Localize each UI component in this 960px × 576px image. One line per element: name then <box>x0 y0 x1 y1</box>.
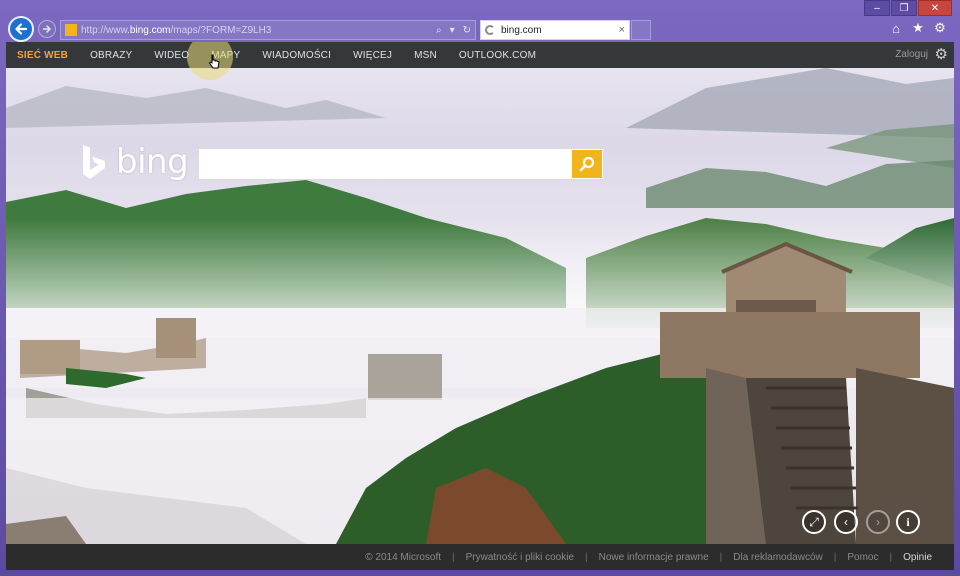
search-input[interactable] <box>199 149 573 179</box>
address-row: http://www.bing.com/maps/?FORM=Z9LH3 ⌕ ▾… <box>0 14 960 44</box>
privacy-link[interactable]: Prywatność i pliki cookie <box>466 552 574 563</box>
favorites-icon[interactable]: ★ <box>910 20 926 36</box>
browser-tab[interactable]: bing.com × <box>480 20 630 40</box>
forward-button[interactable] <box>38 20 56 38</box>
hand-cursor-icon <box>208 54 220 69</box>
top-navigation: SIEĆ WEB OBRAZY WIDEO MAPY WIADOMOŚCI WI… <box>6 42 954 68</box>
nav-item-news[interactable]: WIADOMOŚCI <box>251 50 342 61</box>
arrow-right-icon <box>42 25 51 33</box>
advertisers-link[interactable]: Dla reklamodawców <box>733 552 822 563</box>
arrow-left-icon <box>15 23 28 35</box>
previous-image-button[interactable]: ‹ <box>834 510 858 534</box>
image-info-button[interactable]: i <box>896 510 920 534</box>
home-icon[interactable]: ⌂ <box>888 20 904 36</box>
footer-separator: | <box>833 551 837 563</box>
footer-separator: | <box>719 551 723 563</box>
url-text: http://www.bing.com/maps/?FORM=Z9LH3 <box>81 24 272 36</box>
browser-window: – ❐ ✕ http://www.bing.com/maps/?FORM=Z9L… <box>0 0 960 576</box>
chevron-down-icon[interactable]: ▾ <box>446 25 459 36</box>
bing-wordmark: bing <box>116 142 189 182</box>
bing-favicon-icon <box>65 24 77 36</box>
new-tab-button[interactable] <box>631 20 651 40</box>
footer-separator: | <box>584 551 588 563</box>
nav-item-outlook[interactable]: OUTLOOK.COM <box>448 50 547 61</box>
nav-item-more[interactable]: WIĘCEJ <box>342 50 403 61</box>
tools-gear-icon[interactable]: ⚙ <box>932 20 948 36</box>
back-button[interactable] <box>8 16 34 42</box>
tab-title: bing.com <box>501 24 542 36</box>
address-bar[interactable]: http://www.bing.com/maps/?FORM=Z9LH3 ⌕ ▾… <box>60 20 476 40</box>
feedback-link[interactable]: Opinie <box>903 552 932 563</box>
legal-link[interactable]: Nowe informacje prawne <box>599 552 709 563</box>
bing-logo[interactable]: bing <box>80 142 189 182</box>
footer-separator: | <box>452 551 455 563</box>
footer-separator: | <box>889 551 893 563</box>
page-content: SIEĆ WEB OBRAZY WIDEO MAPY WIADOMOŚCI WI… <box>6 42 954 570</box>
fullscreen-button[interactable]: ⤢ <box>802 510 826 534</box>
search-box <box>198 148 604 180</box>
search-button[interactable] <box>572 150 602 178</box>
nav-item-web[interactable]: SIEĆ WEB <box>6 50 79 61</box>
expand-icon: ⤢ <box>809 514 819 529</box>
info-icon: i <box>906 514 910 529</box>
nav-item-msn[interactable]: MSN <box>403 50 448 61</box>
chevron-left-icon: ‹ <box>844 515 848 529</box>
loading-spinner-icon <box>485 25 495 35</box>
copyright-text: © 2014 Microsoft <box>365 551 441 563</box>
help-link[interactable]: Pomoc <box>847 552 878 563</box>
toolbar-icons: ⌂ ★ ⚙ <box>888 20 948 36</box>
footer: © 2014 Microsoft | Prywatność i pliki co… <box>6 544 954 570</box>
chevron-right-icon: › <box>876 515 880 529</box>
background-image <box>6 68 954 544</box>
search-icon[interactable]: ⌕ <box>432 25 446 36</box>
close-tab-icon[interactable]: × <box>619 24 625 36</box>
settings-gear-icon[interactable]: ⚙ <box>935 45 948 63</box>
next-image-button[interactable]: › <box>866 510 890 534</box>
nav-item-images[interactable]: OBRAZY <box>79 50 143 61</box>
bing-b-icon <box>83 145 105 179</box>
magnifier-icon <box>579 156 595 172</box>
great-wall-landscape-illustration <box>6 68 954 544</box>
sign-in-link[interactable]: Zaloguj <box>895 49 928 60</box>
refresh-icon[interactable]: ↻ <box>459 25 475 36</box>
